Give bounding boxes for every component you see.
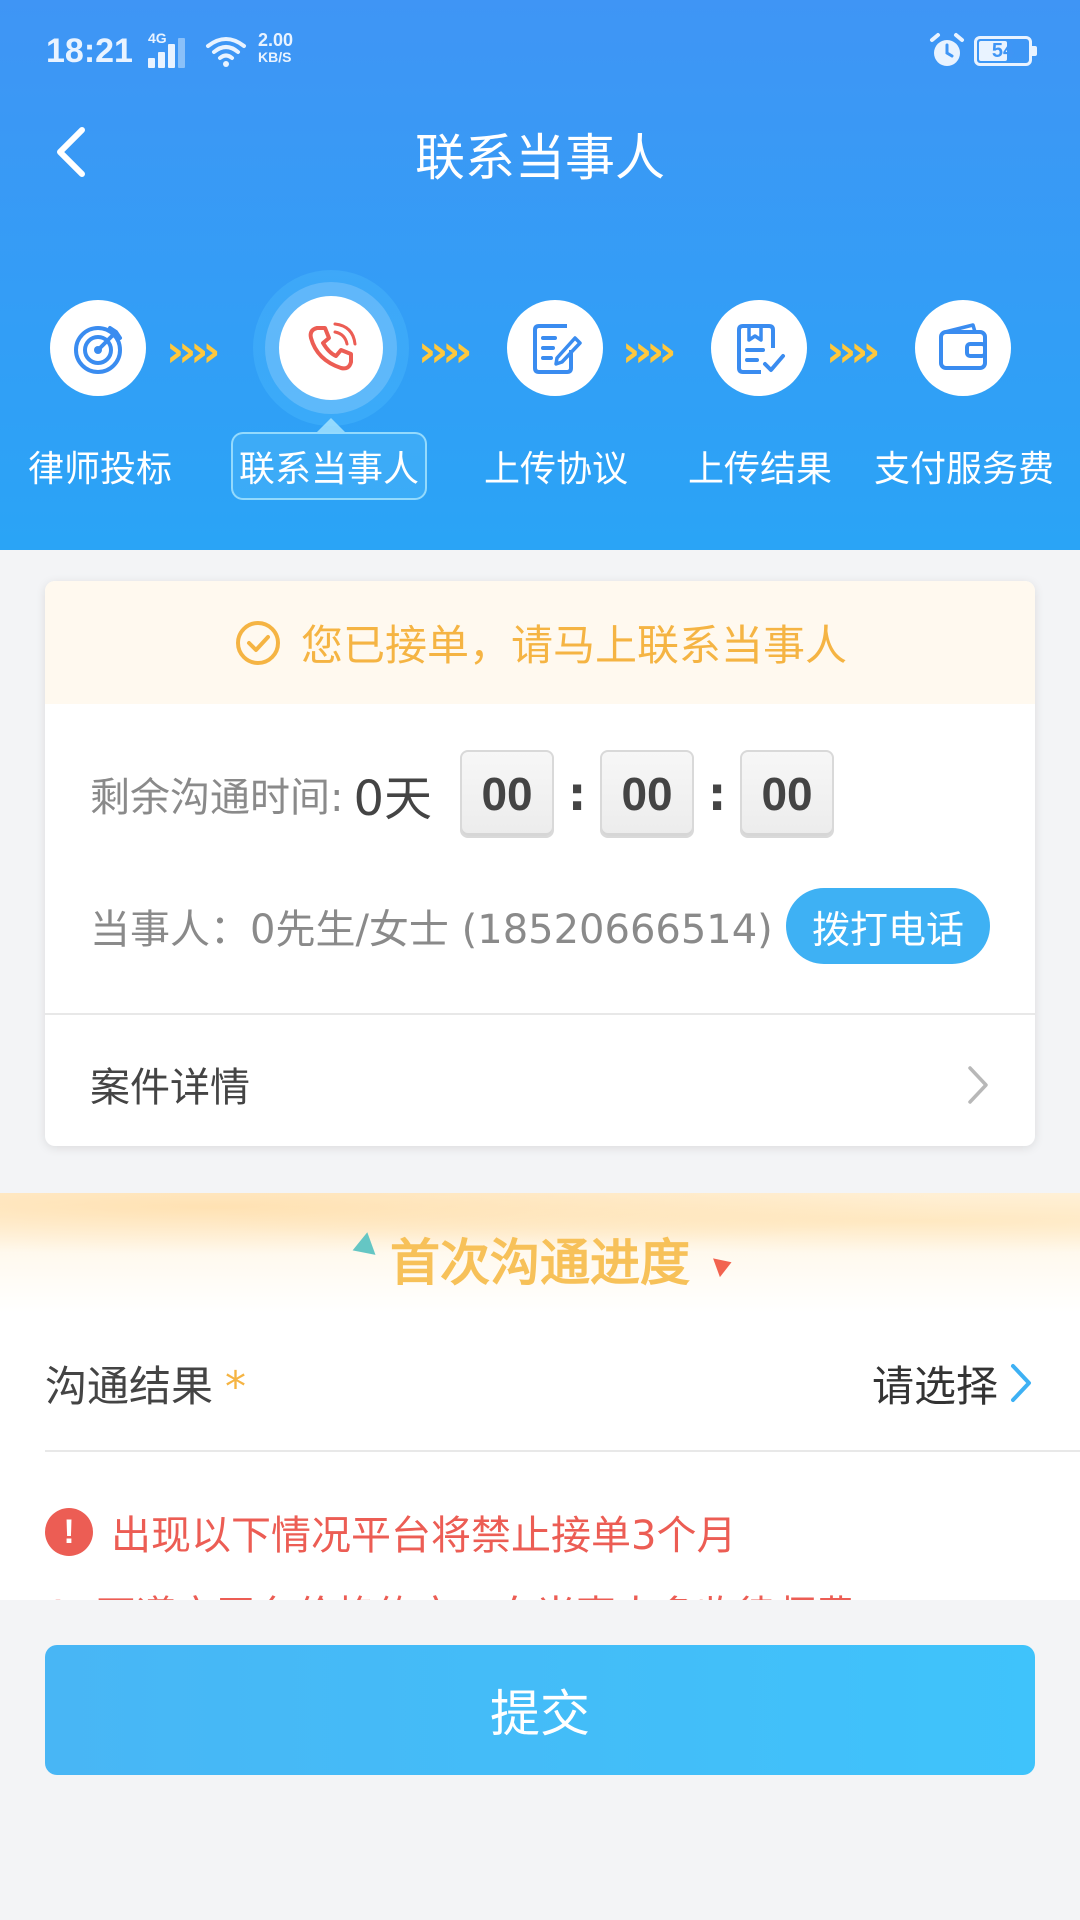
step-arrows: ›››› [166, 326, 220, 377]
timer-hours: 00 [460, 750, 555, 838]
alarm-icon [930, 33, 964, 66]
progress-banner: 首次沟通进度 [0, 1193, 1080, 1313]
step-circle-upload-result [711, 300, 807, 396]
edit-document-icon [533, 324, 582, 374]
target-icon [74, 326, 122, 374]
check-circle-icon [235, 620, 280, 665]
wifi-icon [206, 37, 246, 67]
chevron-right-icon [1011, 1364, 1031, 1402]
status-time: 18:21 [46, 32, 133, 70]
countdown-timer: 剩余沟通时间: 0天 00 : 00 : 00 [90, 749, 835, 839]
active-step-caret [317, 418, 345, 432]
result-label: 沟通结果 * [45, 1362, 247, 1411]
timer-minutes: 00 [600, 750, 695, 838]
call-button[interactable]: 拨打电话 [785, 888, 990, 964]
bottom-bar: 提交 [0, 1600, 1080, 1920]
check-document-icon [737, 324, 785, 374]
step-circle-payment [915, 300, 1011, 396]
warning-item: 1. 不遵守平台价格约定，向当事人多收律师费 [45, 1583, 856, 1600]
notice-text: 您已接单，请马上联系当事人 [300, 621, 847, 670]
result-select-row[interactable]: 沟通结果 * 请选择 [0, 1313, 1080, 1450]
nav-bar: 联系当事人 [0, 104, 1080, 200]
case-details-label: 案件详情 [90, 1065, 250, 1111]
party-row: 当事人：0先生/女士 (18520666514) 拨打电话 [90, 886, 990, 966]
step-label-bid: 律师投标 [28, 449, 173, 490]
step-circle-contact [279, 296, 383, 400]
timer-seconds: 00 [740, 750, 835, 838]
timer-separator: : [707, 767, 727, 821]
timer-label: 剩余沟通时间: [90, 775, 344, 821]
order-card: 您已接单，请马上联系当事人 剩余沟通时间: 0天 00 : 00 : 00 当事… [45, 581, 1035, 1146]
party-contact-text: 当事人：0先生/女士 (18520666514) [90, 907, 773, 953]
step-label-contact: 联系当事人 [231, 432, 428, 500]
step-label-upload-result: 上传结果 [688, 449, 833, 490]
exclamation-icon: ! [45, 1508, 93, 1556]
step-circle-bid [50, 300, 146, 396]
progress-title: 首次沟通进度 [390, 1234, 690, 1292]
step-label-upload-agreement: 上传协议 [484, 449, 629, 490]
timer-separator: : [567, 767, 587, 821]
net-speed: 2.00 KB/S [258, 30, 294, 65]
progress-form: 沟通结果* 请选择 ! 出现以下情况平台将禁止接单3个月 1. 不遵守平台价格约… [0, 1313, 1080, 1600]
network-type: 4G [148, 30, 167, 46]
case-details-row[interactable]: 案件详情 [45, 1015, 1035, 1146]
required-mark: * [225, 1362, 247, 1411]
step-arrows: ›››› [826, 326, 880, 377]
battery-level: 54 [991, 40, 1015, 62]
battery-icon: 54 [974, 36, 1037, 66]
warning-text: 出现以下情况平台将禁止接单3个月 [111, 1513, 737, 1559]
timer-days: 0天 [353, 771, 433, 827]
chevron-right-icon [968, 1066, 988, 1104]
result-select[interactable]: 请选择 [872, 1353, 998, 1414]
divider [45, 1450, 1080, 1452]
signal-icon: 4G [148, 30, 192, 68]
phone-icon [308, 322, 357, 371]
step-circle-upload-agreement [507, 300, 603, 396]
warning-row: ! 出现以下情况平台将禁止接单3个月 [45, 1503, 736, 1561]
accepted-notice: 您已接单，请马上联系当事人 [45, 581, 1035, 704]
submit-button[interactable]: 提交 [45, 1645, 1035, 1775]
step-progress: ›››› ›››› ›››› ›››› 律师投标 联系当事人 上传协议 上传结果… [0, 290, 1080, 510]
page-title: 联系当事人 [415, 129, 665, 187]
status-bar: 18:21 4G 2.00 KB/S 54 [0, 0, 1080, 104]
step-arrows: ›››› [622, 326, 676, 377]
wallet-icon [939, 323, 987, 370]
step-arrows: ›››› [418, 326, 472, 377]
step-label-payment: 支付服务费 [874, 449, 1055, 490]
header: 18:21 4G 2.00 KB/S 54 联系当事人 ›››› ›››› ››… [0, 0, 1080, 550]
